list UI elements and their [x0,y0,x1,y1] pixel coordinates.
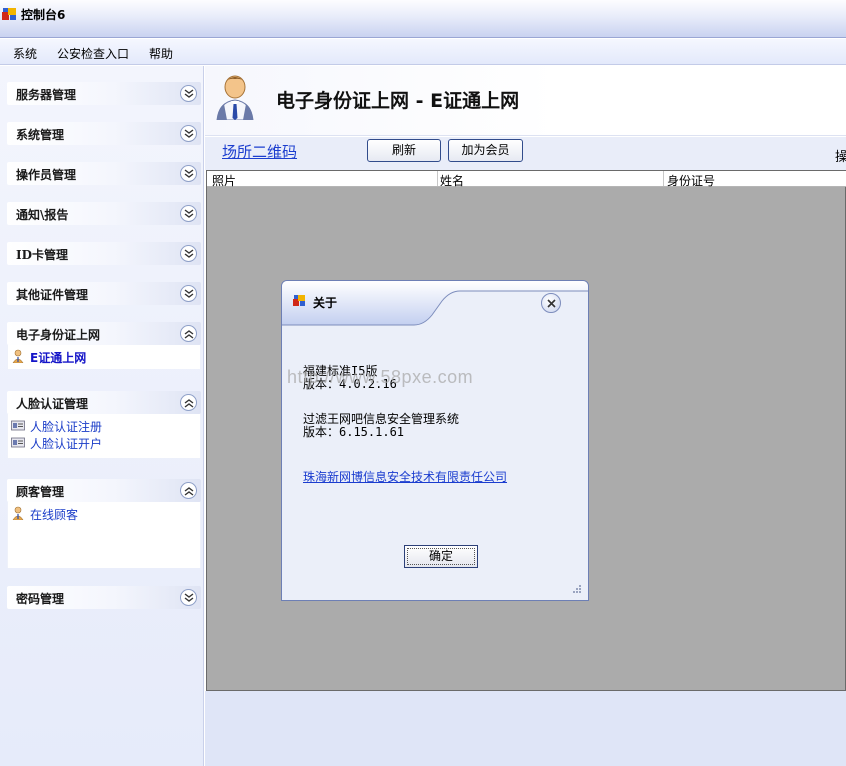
group-label: 系统管理 [16,128,65,142]
add-member-button[interactable]: 加为会员 [448,139,523,162]
menu-bar: 系统 公安检查入口 帮助 [0,39,846,65]
chevron-down-icon[interactable] [180,589,197,606]
group-face-auth[interactable]: 人脸认证管理 人脸认证注册 人脸认证开户 [7,391,201,458]
page-title: 电子身份证上网 - E证通上网 [276,90,520,112]
group-label: 人脸认证管理 [16,397,89,411]
menu-system[interactable]: 系统 [13,45,37,62]
user-avatar-icon [216,75,254,120]
group-server-management[interactable]: 服务器管理 [7,82,201,105]
close-icon[interactable] [541,293,561,313]
id-card-icon [11,420,25,431]
column-divider[interactable] [437,171,438,186]
group-label: ID卡管理 [16,248,69,262]
chevron-down-icon[interactable] [180,245,197,262]
chevron-down-icon[interactable] [180,85,197,102]
watermark-text: http://www.58pxe.com [287,367,474,387]
id-card-icon [11,437,25,448]
resize-grip-icon[interactable] [572,584,582,594]
chevron-down-icon[interactable] [180,125,197,142]
group-label: 通知\报告 [16,208,69,222]
status-area [205,691,846,766]
sidebar-item-e-cert-internet[interactable]: E证通上网 [8,347,200,366]
product-version-text: 版本：6.15.1.61 [303,425,405,439]
chevron-up-icon[interactable] [180,394,197,411]
chevron-down-icon[interactable] [180,165,197,182]
group-other-certificates[interactable]: 其他证件管理 [7,282,201,305]
chevron-up-icon[interactable] [180,482,197,499]
sidebar: 服务器管理 系统管理 操作员管理 通知\报告 ID卡管理 其他证件管理 电子身份… [0,66,204,766]
dialog-title: 关于 [313,296,338,310]
group-operator-management[interactable]: 操作员管理 [7,162,201,185]
menu-police-check[interactable]: 公安检查入口 [57,45,129,62]
toolbar: 场所二维码 刷新 加为会员 操 [205,137,846,170]
page-header: 电子身份证上网 - E证通上网 [205,66,846,136]
group-customer-management[interactable]: 顾客管理 在线顾客 [7,479,201,568]
title-bar: 控制台6 [0,0,846,38]
sidebar-item-label: 人脸认证开户 [30,437,103,451]
refresh-button[interactable]: 刷新 [367,139,441,162]
column-photo[interactable]: 照片 [212,172,236,189]
about-dialog: 关于 福建标准I5版 版本：4.0.2.16 http://www.58pxe.… [281,280,589,601]
truncated-label: 操 [835,150,846,165]
chevron-down-icon[interactable] [180,285,197,302]
app-icon [2,8,16,20]
app-icon [293,295,305,306]
chevron-down-icon[interactable] [180,205,197,222]
table-header: 照片 姓名 身份证号 [207,171,846,189]
group-label: 密码管理 [16,592,65,606]
group-notice-report[interactable]: 通知\报告 [7,202,201,225]
sidebar-item-label: 在线顾客 [30,508,79,522]
group-system-management[interactable]: 系统管理 [7,122,201,145]
user-icon [12,506,24,520]
group-eid-internet[interactable]: 电子身份证上网 E证通上网 [7,322,201,369]
company-link[interactable]: 珠海新网博信息安全技术有限责任公司 [303,468,507,485]
group-password-management[interactable]: 密码管理 [7,586,201,609]
chevron-up-icon[interactable] [180,325,197,342]
group-label: 电子身份证上网 [16,328,101,342]
ok-button[interactable]: 确定 [404,545,478,568]
window-title: 控制台6 [21,8,66,22]
venue-qr-code-link[interactable]: 场所二维码 [222,141,297,162]
group-label: 操作员管理 [16,168,77,182]
group-label: 服务器管理 [16,88,77,102]
column-name[interactable]: 姓名 [440,172,464,189]
column-divider[interactable] [663,171,664,186]
sidebar-item-label: E证通上网 [30,351,87,365]
sidebar-item-online-customers[interactable]: 在线顾客 [8,504,200,523]
sidebar-item-face-open-account[interactable]: 人脸认证开户 [8,433,200,452]
user-icon [12,349,24,363]
group-id-card-management[interactable]: ID卡管理 [7,242,201,265]
group-label: 其他证件管理 [16,288,89,302]
group-label: 顾客管理 [16,485,65,499]
column-id-number[interactable]: 身份证号 [667,172,715,189]
menu-help[interactable]: 帮助 [149,45,173,62]
